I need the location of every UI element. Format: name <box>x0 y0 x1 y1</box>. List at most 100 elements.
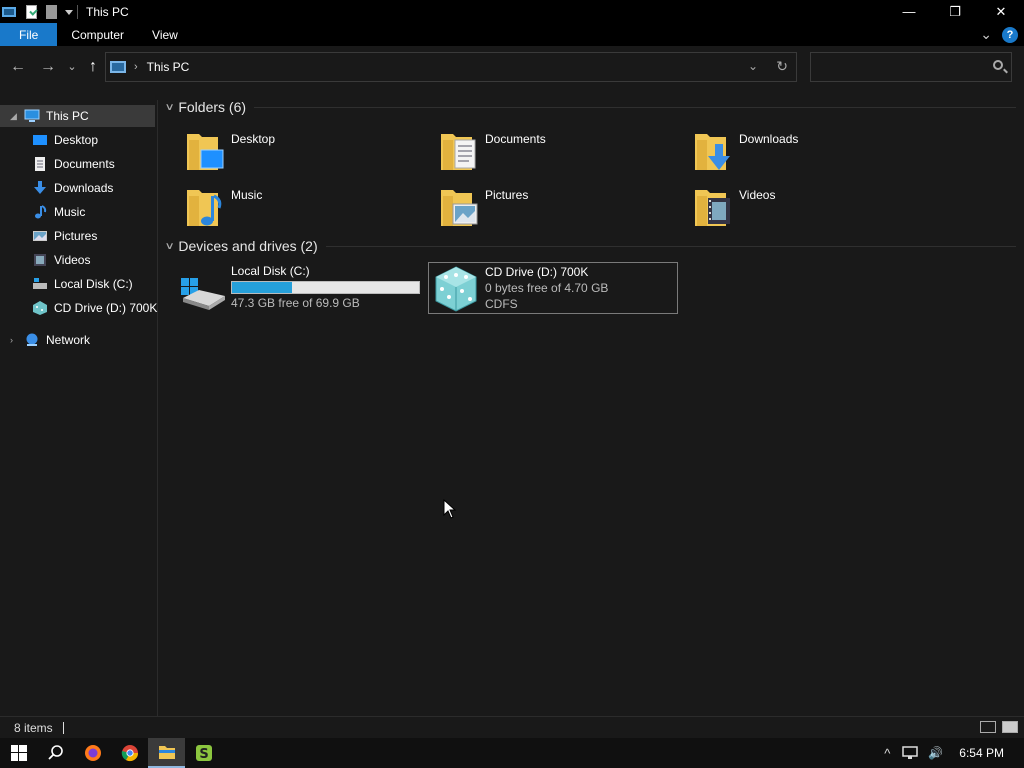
minimize-button[interactable]: — <box>886 0 932 23</box>
sidebar-item-desktop[interactable]: Desktop <box>0 129 155 151</box>
expand-icon[interactable]: › <box>10 335 13 345</box>
collapse-chevron-icon[interactable]: ∨ <box>165 102 175 113</box>
sidebar-item-videos[interactable]: Videos <box>0 249 155 271</box>
window-title: This PC <box>86 4 129 19</box>
windows-icon <box>10 745 27 761</box>
documents-folder-icon <box>441 134 476 170</box>
search-input[interactable] <box>810 52 1012 82</box>
videos-folder-icon <box>695 190 730 226</box>
item-count: 8 items <box>14 720 53 735</box>
folder-documents[interactable]: Documents <box>435 126 675 174</box>
breadcrumb-chevron-icon[interactable]: › <box>134 61 138 73</box>
navigation-pane: ◢ This PC Desktop Documents Downloads Mu… <box>0 100 158 716</box>
maximize-button[interactable]: ❐ <box>932 0 978 23</box>
sidebar-item-documents[interactable]: Documents <box>0 153 155 175</box>
folders-group-header[interactable]: ∨ Folders (6) <box>165 99 1016 115</box>
pictures-folder-icon <box>441 190 478 226</box>
folder-downloads[interactable]: Downloads <box>689 126 929 174</box>
group-divider <box>254 106 1016 108</box>
svg-text:S: S <box>199 747 208 762</box>
sidebar-item-downloads[interactable]: Downloads <box>0 177 155 199</box>
help-icon[interactable]: ? <box>1002 26 1018 43</box>
local-disk-icon <box>181 278 225 310</box>
taskbar-app-s[interactable]: S <box>185 738 222 768</box>
search-icon <box>993 60 1003 70</box>
network-status-icon[interactable] <box>902 746 919 760</box>
this-pc-icon[interactable] <box>2 6 16 17</box>
drives-group-title: Devices and drives (2) <box>178 238 318 254</box>
pictures-icon <box>33 231 47 241</box>
drive-cd-d[interactable]: CD Drive (D:) 700K 0 bytes free of 4.70 … <box>428 262 678 314</box>
recent-locations-button[interactable]: ⌄ <box>62 60 82 73</box>
folder-label: Documents <box>485 132 546 146</box>
taskbar-firefox[interactable] <box>74 738 111 768</box>
folder-pictures[interactable]: Pictures <box>435 182 675 230</box>
folder-label: Desktop <box>231 132 276 146</box>
properties-icon[interactable] <box>26 4 37 19</box>
folder-desktop[interactable]: Desktop <box>181 126 421 174</box>
folder-label: Pictures <box>485 188 529 202</box>
taskbar-file-explorer[interactable] <box>148 738 185 768</box>
drive-label: CD Drive (D:) 700K <box>485 265 589 279</box>
sidebar-item-label: Downloads <box>54 181 114 195</box>
music-icon <box>35 205 47 219</box>
collapse-chevron-icon[interactable]: ∨ <box>165 241 175 252</box>
mouse-cursor-icon <box>443 499 457 519</box>
sidebar-item-cd-drive[interactable]: CD Drive (D:) 700K <box>0 297 158 319</box>
sidebar-item-label: Desktop <box>54 133 99 147</box>
sidebar-item-label: Documents <box>54 157 115 171</box>
sidebar-item-label: Pictures <box>54 229 98 243</box>
sidebar-item-network[interactable]: › Network <box>0 329 155 351</box>
ribbon-tabs: File Computer View ⌄ ? <box>0 23 1024 46</box>
desktop-icon <box>33 135 47 145</box>
folder-music[interactable]: Music <box>181 182 421 230</box>
forward-button[interactable]: → <box>38 58 58 76</box>
taskbar-chrome[interactable] <box>111 738 148 768</box>
disk-usage-fill <box>232 282 293 293</box>
close-button[interactable]: ✕ <box>978 0 1024 23</box>
this-pc-icon <box>110 61 126 73</box>
sidebar-item-local-disk[interactable]: Local Disk (C:) <box>0 273 155 295</box>
start-button[interactable] <box>0 738 37 768</box>
address-bar[interactable]: › This PC ⌄ ↻ <box>105 52 797 82</box>
downloads-folder-icon <box>695 134 730 170</box>
tab-computer[interactable]: Computer <box>57 23 138 46</box>
refresh-icon[interactable]: ↻ <box>776 58 788 75</box>
toolbar-divider <box>77 4 78 19</box>
chrome-icon <box>121 745 138 762</box>
pc-icon <box>24 109 40 122</box>
volume-icon[interactable]: 🔊 <box>928 746 943 760</box>
expand-ribbon-icon[interactable]: ⌄ <box>980 26 992 43</box>
breadcrumb-this-pc[interactable]: This PC <box>147 60 190 74</box>
drive-free-space: 0 bytes free of 4.70 GB <box>485 281 609 295</box>
music-folder-icon <box>187 190 222 226</box>
drives-group-header[interactable]: ∨ Devices and drives (2) <box>165 238 1016 254</box>
drive-free-space: 47.3 GB free of 69.9 GB <box>231 296 360 310</box>
videos-icon <box>34 254 46 266</box>
clock[interactable]: 6:54 PM <box>959 746 1004 760</box>
group-divider <box>325 245 1016 247</box>
expand-icon[interactable]: ◢ <box>10 111 17 122</box>
search-button[interactable] <box>37 738 74 768</box>
new-folder-icon[interactable] <box>46 4 57 19</box>
sidebar-item-music[interactable]: Music <box>0 201 155 223</box>
drive-label: Local Disk (C:) <box>231 264 310 278</box>
downloads-icon <box>34 181 46 194</box>
tab-file[interactable]: File <box>0 23 58 46</box>
back-button[interactable]: ← <box>8 58 28 76</box>
show-hidden-icons-icon[interactable]: ^ <box>884 746 890 761</box>
system-tray: ^ 🔊 6:54 PM <box>884 738 1024 768</box>
up-button[interactable]: ↑ <box>83 58 103 76</box>
tab-view[interactable]: View <box>138 23 192 46</box>
large-icons-view-icon[interactable] <box>1002 721 1018 733</box>
folder-label: Downloads <box>739 132 799 146</box>
drive-local-disk-c[interactable]: Local Disk (C:) 47.3 GB free of 69.9 GB <box>175 262 425 314</box>
customize-toolbar-icon[interactable] <box>65 10 73 15</box>
folder-videos[interactable]: Videos <box>689 182 929 230</box>
sidebar-item-this-pc[interactable]: ◢ This PC <box>0 105 155 127</box>
sidebar-item-label: CD Drive (D:) 700K <box>54 301 158 315</box>
details-view-icon[interactable] <box>980 721 996 733</box>
firefox-icon <box>84 745 101 761</box>
address-dropdown-icon[interactable]: ⌄ <box>748 59 758 73</box>
sidebar-item-pictures[interactable]: Pictures <box>0 225 155 247</box>
